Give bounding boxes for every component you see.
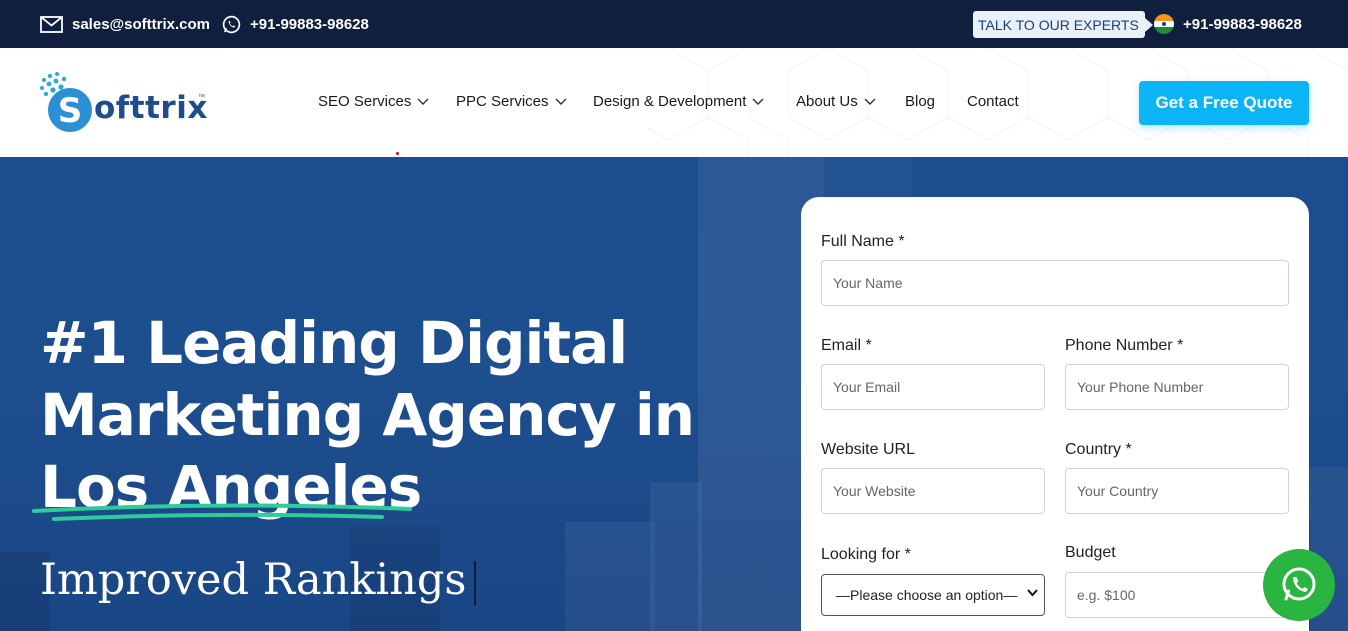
- phone-field[interactable]: [1065, 364, 1289, 410]
- email-text: sales@softtrix.com: [72, 15, 211, 33]
- country-label: Country *: [1065, 441, 1132, 458]
- looking-for-value: —Please choose an option—: [836, 587, 1018, 603]
- nav-about-label: About Us: [796, 93, 858, 110]
- whatsapp-icon: [222, 15, 241, 33]
- budget-label: Budget: [1065, 544, 1116, 561]
- get-free-quote-button[interactable]: Get a Free Quote: [1139, 81, 1309, 125]
- heading-underline-decoration: [32, 503, 412, 521]
- budget-field[interactable]: [1065, 572, 1289, 618]
- nav-contact[interactable]: Contact: [967, 93, 1019, 110]
- nav-seo-services[interactable]: SEO Services: [318, 93, 429, 110]
- india-flag-icon: [1154, 14, 1174, 34]
- logo-trademark: ™: [198, 94, 205, 101]
- looking-for-label: Looking for *: [821, 546, 911, 563]
- nav-ppc-label: PPC Services: [456, 93, 549, 110]
- phone-text-left: +91-99883-98628: [250, 15, 369, 33]
- nav-about-us[interactable]: About Us: [796, 93, 876, 110]
- full-name-field[interactable]: [821, 260, 1289, 306]
- nav-ppc-services[interactable]: PPC Services: [456, 93, 567, 110]
- email-link[interactable]: sales@softtrix.com: [40, 0, 210, 48]
- hero-heading-line2: Marketing Agency in: [40, 381, 695, 449]
- skyline-building: [565, 522, 655, 631]
- chevron-down-icon: [555, 98, 567, 105]
- hero-heading: #1 Leading Digital Marketing Agency in L…: [40, 307, 720, 523]
- chevron-down-icon: [752, 98, 764, 105]
- looking-for-select[interactable]: —Please choose an option—: [821, 574, 1045, 616]
- website-field[interactable]: [821, 468, 1045, 514]
- softtrix-logo[interactable]: S ofttrix ™: [38, 70, 208, 134]
- svg-text:S: S: [58, 91, 83, 131]
- full-name-label: Full Name *: [821, 233, 905, 250]
- email-label: Email *: [821, 337, 872, 354]
- nav-design-label: Design & Development: [593, 93, 747, 110]
- phone-link-left[interactable]: +91-99883-98628: [222, 0, 369, 48]
- nav-blog[interactable]: Blog: [905, 93, 935, 110]
- typing-cursor: [474, 561, 477, 605]
- logo-text: ofttrix: [94, 90, 208, 126]
- email-field[interactable]: [821, 364, 1045, 410]
- decorative-dot: [396, 152, 399, 155]
- hero-heading-line1: #1 Leading Digital: [40, 309, 628, 377]
- hero-section: #1 Leading Digital Marketing Agency in L…: [0, 157, 1348, 631]
- phone-link-right[interactable]: +91-99883-98628: [1183, 0, 1302, 48]
- whatsapp-icon: [1282, 567, 1316, 601]
- chevron-down-icon: [1027, 589, 1038, 597]
- website-label: Website URL: [821, 441, 915, 458]
- hero-subtitle-text: Improved Rankings: [40, 555, 467, 605]
- talk-to-experts-badge: TALK TO OUR EXPERTS: [973, 11, 1153, 38]
- chevron-down-icon: [864, 98, 876, 105]
- quote-form: Full Name * Email * Phone Number * Websi…: [801, 197, 1309, 631]
- site-header: S ofttrix ™ SEO Services PPC Services De…: [0, 48, 1348, 157]
- phone-label: Phone Number *: [1065, 337, 1184, 354]
- country-field[interactable]: [1065, 468, 1289, 514]
- nav-seo-label: SEO Services: [318, 93, 412, 110]
- nav-design-development[interactable]: Design & Development: [593, 93, 764, 110]
- logo-mark-icon: S: [40, 72, 92, 132]
- whatsapp-chat-button[interactable]: [1263, 549, 1335, 621]
- mail-icon: [40, 15, 63, 33]
- chevron-down-icon: [417, 98, 429, 105]
- hero-rotating-subtitle: Improved Rankings: [40, 555, 477, 605]
- top-bar: sales@softtrix.com +91-99883-98628 TALK …: [0, 0, 1348, 48]
